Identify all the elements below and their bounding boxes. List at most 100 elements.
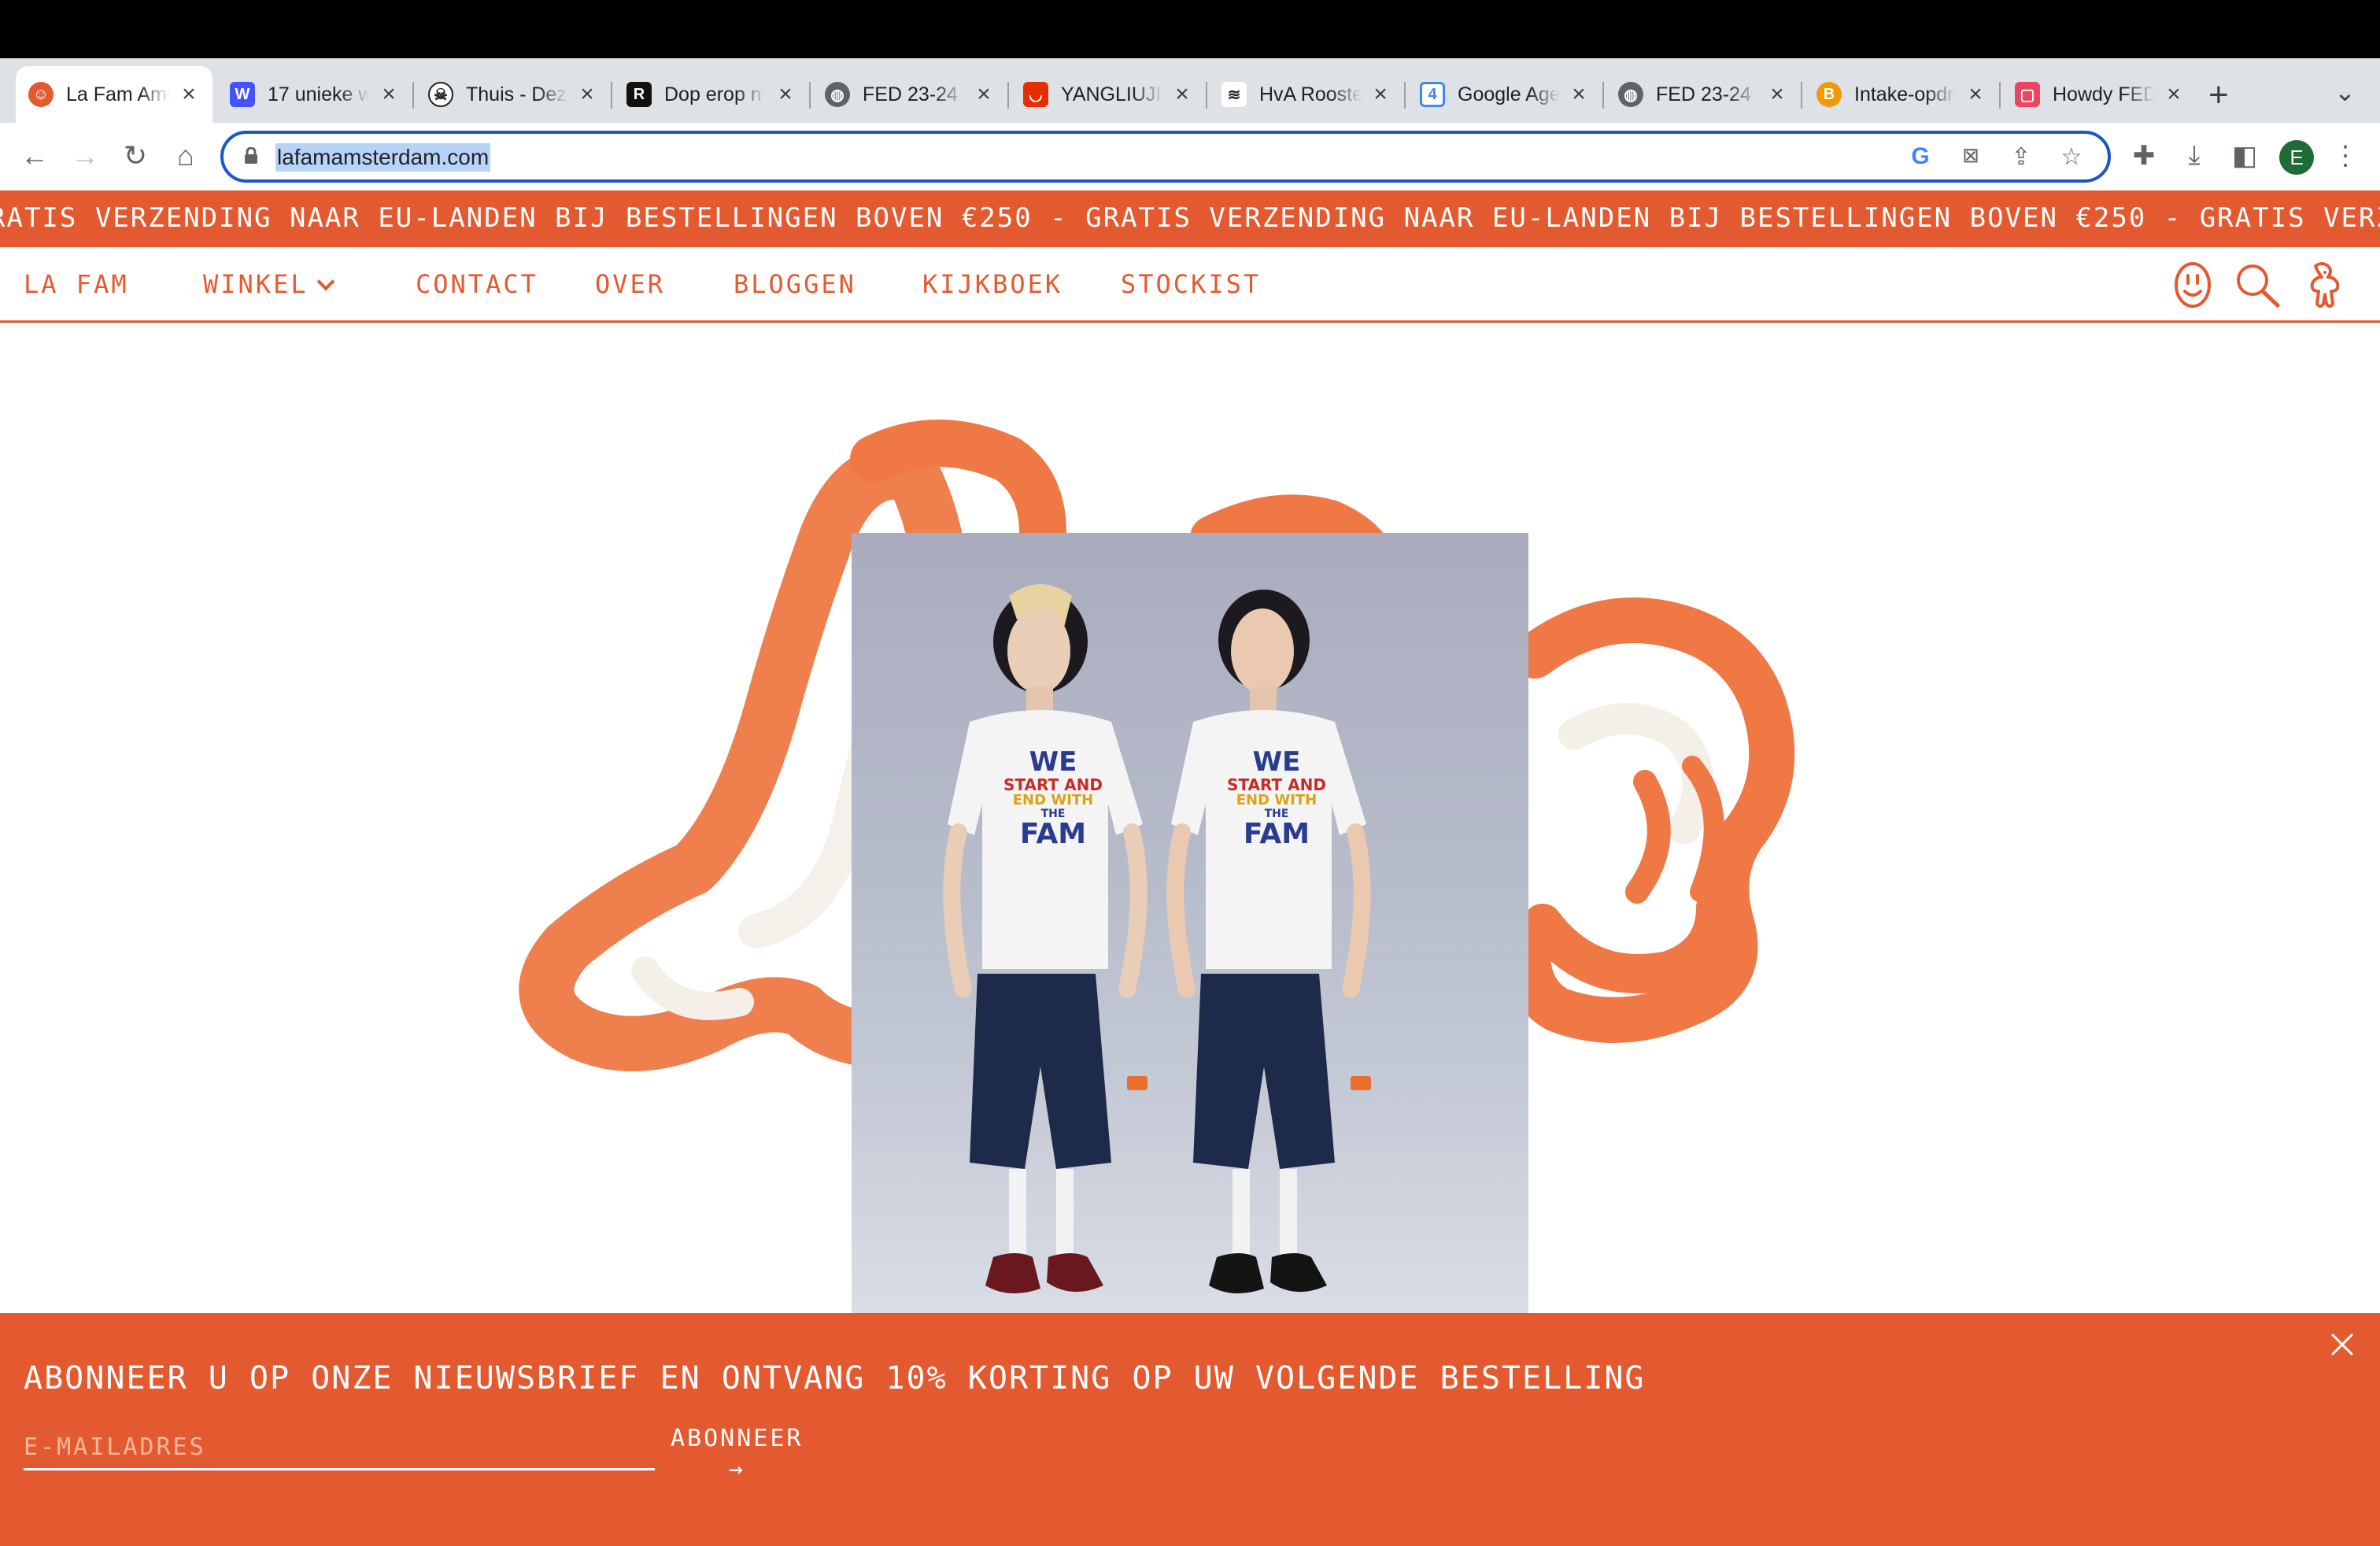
tab-divider — [611, 82, 612, 109]
back-arrow-icon[interactable]: ← — [11, 132, 58, 179]
tab-howdy[interactable]: ▢ Howdy FED × — [2002, 66, 2197, 123]
nav-contact[interactable]: CONTACT — [416, 269, 538, 299]
close-tab-icon[interactable]: × — [1766, 81, 1788, 108]
cart-character-icon[interactable] — [2298, 260, 2345, 310]
system-top-bar — [0, 0, 2380, 58]
site-logo-link[interactable]: LA FAM — [24, 269, 129, 299]
close-tab-icon[interactable]: × — [973, 81, 995, 108]
close-tab-icon[interactable]: × — [1568, 81, 1590, 108]
globe-favicon-icon: ◍ — [825, 82, 850, 107]
close-icon[interactable] — [2330, 1332, 2355, 1357]
lock-icon[interactable] — [244, 147, 258, 165]
new-tab-plus-icon[interactable]: + — [2208, 76, 2229, 115]
close-tab-icon[interactable]: × — [2163, 81, 2185, 108]
tab-title: La Fam Amsterdam — [66, 83, 170, 105]
left-shirt-print: WE START AND END WITH THE FAM — [998, 748, 1108, 851]
nav-stockist[interactable]: STOCKIST — [1121, 269, 1261, 299]
share-icon[interactable]: ⇪ — [2007, 143, 2035, 172]
close-tab-icon[interactable]: × — [1369, 81, 1391, 108]
url-text[interactable]: lafamamsterdam.com — [275, 143, 491, 172]
tab-title: HvA Rooster — [1259, 83, 1362, 105]
tab-title: Howdy FED — [2053, 83, 2156, 105]
banner-text: RATIS VERZENDING NAAR EU-LANDEN BIJ BEST… — [0, 202, 2380, 234]
shirt-text: FAM — [1243, 818, 1310, 851]
tab-fed-2[interactable]: ◍ FED 23-24 × — [1606, 66, 1801, 123]
bookmark-star-icon[interactable]: ☆ — [2057, 143, 2086, 172]
shirt-text: END WITH — [1236, 791, 1318, 808]
b-favicon-icon: B — [1816, 82, 1842, 107]
skull-favicon-icon: ☠ — [428, 82, 453, 107]
account-smiley-icon[interactable] — [2169, 260, 2216, 310]
tab-search-chevron-icon[interactable]: ⌄ — [2334, 77, 2356, 107]
tab-title: Dop erop n — [664, 83, 762, 105]
tab-title: Thuis - Deze — [466, 83, 569, 105]
address-bar[interactable]: lafamamsterdam.com G ⊠ ⇪ ☆ — [220, 131, 2111, 183]
nav-winkel[interactable]: WINKEL — [203, 269, 334, 299]
tab-divider — [1404, 82, 1406, 109]
tab-google-agenda[interactable]: 4 Google Agenda × — [1407, 66, 1602, 123]
aliexpress-favicon-icon: ◡ — [1023, 82, 1048, 107]
side-panel-icon[interactable]: ◧ — [2227, 140, 2262, 175]
tab-hva-rooster[interactable]: ≋ HvA Rooster × — [1209, 66, 1404, 123]
close-tab-icon[interactable]: × — [178, 81, 200, 108]
tab-title: 17 unieke web — [268, 83, 371, 105]
tab-dop-erop[interactable]: R Dop erop n × — [614, 66, 809, 123]
tab-divider — [1007, 82, 1009, 109]
tab-title: Intake-opdracht — [1854, 83, 1957, 105]
tab-divider — [1206, 82, 1207, 109]
tab-intake[interactable]: B Intake-opdracht × — [1804, 66, 1999, 123]
tab-la-fam[interactable]: ☺ La Fam Amsterdam × — [16, 66, 213, 123]
chevron-down-icon — [316, 272, 334, 291]
tab-title: FED 23-24 — [863, 83, 958, 105]
shirt-text: WE — [1252, 746, 1301, 778]
tab-divider — [809, 82, 811, 109]
hero-product-photo[interactable]: WE START AND END WITH THE FAM WE START A… — [852, 533, 1528, 1313]
tab-fed-1[interactable]: ◍ FED 23-24 × — [812, 66, 1007, 123]
square-favicon-icon: ▢ — [2015, 82, 2040, 107]
r-favicon-icon: R — [626, 82, 652, 107]
translate-icon[interactable]: ⊠ — [1957, 143, 1985, 172]
newsletter-title: ABONNEER U OP ONZE NIEUWSBRIEF EN ONTVAN… — [24, 1360, 1646, 1396]
reload-icon[interactable]: ↻ — [112, 132, 159, 179]
subscribe-label: ABONNEER — [671, 1425, 804, 1452]
tab-unieke-web[interactable]: W 17 unieke web × — [217, 66, 412, 123]
tab-divider — [412, 82, 414, 109]
email-input[interactable] — [24, 1426, 655, 1470]
google-lens-icon[interactable]: G — [1906, 143, 1935, 172]
menu-kebab-icon[interactable]: ⋮ — [2328, 140, 2363, 175]
tab-divider — [1801, 82, 1802, 109]
globe-favicon-icon: ◍ — [1618, 82, 1643, 107]
download-icon[interactable]: ⤓ — [2177, 140, 2212, 175]
smiley-favicon-icon: ☺ — [28, 82, 54, 107]
forward-arrow-icon[interactable]: → — [61, 132, 109, 179]
shirt-text: FAM — [1019, 818, 1087, 851]
home-icon[interactable]: ⌂ — [162, 132, 209, 179]
nav-kijkboek[interactable]: KIJKBOEK — [922, 269, 1062, 299]
tab-yangliuji[interactable]: ◡ YANGLIUJI × — [1011, 66, 1206, 123]
webflow-favicon-icon: W — [230, 82, 255, 107]
shirt-text: START AND — [1227, 775, 1326, 794]
close-tab-icon[interactable]: × — [576, 81, 598, 108]
nav-bloggen[interactable]: BLOGGEN — [734, 269, 856, 299]
tab-strip: ☺ La Fam Amsterdam × W 17 unieke web × ☠… — [0, 58, 2380, 123]
close-tab-icon[interactable]: × — [1964, 81, 1986, 108]
shirt-text: START AND — [1003, 775, 1103, 794]
extensions-puzzle-icon[interactable]: ✚ — [2127, 140, 2161, 175]
wifi-favicon-icon: ≋ — [1221, 82, 1247, 107]
tab-divider — [1602, 82, 1604, 109]
tab-title: YANGLIUJI — [1061, 83, 1162, 105]
models-wearing-fam-shirts-image — [943, 584, 1371, 1294]
close-tab-icon[interactable]: × — [1171, 81, 1193, 108]
tab-title: FED 23-24 — [1656, 83, 1751, 105]
profile-avatar[interactable]: E — [2279, 140, 2314, 175]
search-icon[interactable] — [2234, 260, 2281, 310]
close-tab-icon[interactable]: × — [774, 81, 796, 108]
subscribe-button[interactable]: ABONNEER → — [671, 1425, 804, 1483]
tab-thuis[interactable]: ☠ Thuis - Deze × — [416, 66, 611, 123]
nav-over[interactable]: OVER — [595, 269, 665, 299]
shipping-banner: RATIS VERZENDING NAAR EU-LANDEN BIJ BEST… — [0, 190, 2380, 247]
close-tab-icon[interactable]: × — [378, 81, 400, 108]
nav-winkel-label: WINKEL — [203, 269, 309, 299]
right-shirt-print: WE START AND END WITH THE FAM — [1221, 746, 1332, 851]
arrow-right-icon: → — [728, 1455, 745, 1483]
